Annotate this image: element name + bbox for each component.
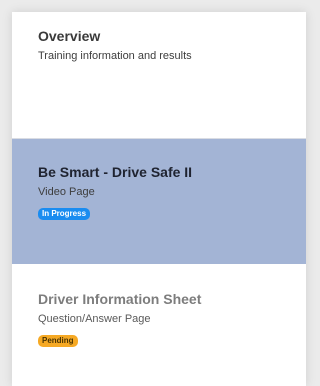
training-nav-panel: Overview Training information and result… [12, 12, 306, 386]
nav-item-title: Be Smart - Drive Safe II [38, 164, 193, 180]
nav-item-subtitle: Question/Answer Page [38, 313, 151, 325]
nav-item-title: Driver Information Sheet [38, 291, 202, 307]
nav-item-be-smart-drive-safe[interactable]: Be Smart - Drive Safe II Video Page In P… [12, 139, 306, 264]
nav-item-driver-information-sheet[interactable]: Driver Information Sheet Question/Answer… [12, 264, 306, 386]
nav-item-overview[interactable]: Overview Training information and result… [12, 12, 306, 139]
nav-item-subtitle: Training information and results [38, 50, 192, 62]
nav-item-title: Overview [38, 28, 101, 44]
nav-item-subtitle: Video Page [38, 186, 95, 198]
status-badge: Pending [38, 335, 78, 347]
status-badge: In Progress [38, 208, 91, 220]
